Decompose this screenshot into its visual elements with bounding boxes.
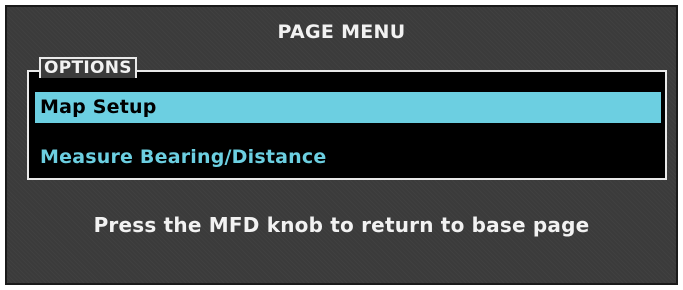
screen-frame: PAGE MENU OPTIONS Map Setup Measure Bear… (0, 0, 683, 290)
menu-item-measure-bearing-distance[interactable]: Measure Bearing/Distance (35, 142, 661, 173)
menu-item-map-setup[interactable]: Map Setup (35, 92, 661, 123)
instruction-message: Press the MFD knob to return to base pag… (93, 213, 590, 237)
page-title: PAGE MENU (277, 21, 406, 43)
page-menu-window: PAGE MENU OPTIONS Map Setup Measure Bear… (5, 5, 678, 285)
options-section-label: OPTIONS (39, 57, 137, 78)
options-list: OPTIONS Map Setup Measure Bearing/Distan… (27, 57, 667, 180)
